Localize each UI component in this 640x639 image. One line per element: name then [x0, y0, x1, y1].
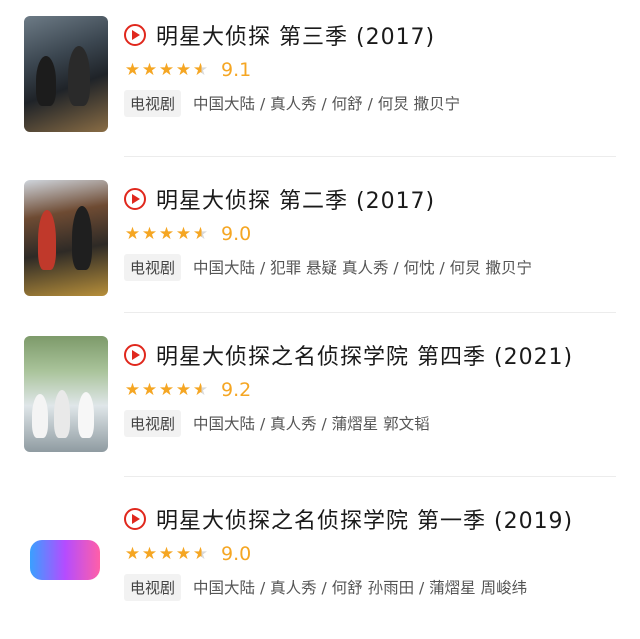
poster-figure: [32, 394, 48, 438]
divider: [124, 312, 616, 313]
score: 9.1: [221, 59, 252, 81]
results-list: 明星大侦探 第三季 (2017) ★ ★ ★ ★ ★ 9.1 电视剧 中国大陆 …: [0, 0, 640, 639]
star-icon: ★: [158, 223, 175, 244]
meta-text: 中国大陆 / 真人秀 / 何舒 / 何炅 撒贝宁: [193, 95, 461, 113]
poster-image[interactable]: [24, 500, 108, 616]
rating-row: ★ ★ ★ ★ ★ 9.1: [124, 58, 251, 82]
poster-figure: [72, 206, 92, 270]
meta-text: 中国大陆 / 真人秀 / 何舒 孙雨田 / 蒲熠星 周峻纬: [193, 579, 528, 597]
divider: [124, 156, 616, 157]
star-icon: ★: [124, 223, 141, 244]
star-icon: ★: [141, 223, 158, 244]
type-badge: 电视剧: [124, 409, 182, 437]
meta-row: 电视剧 中国大陆 / 真人秀 / 蒲熠星 郭文韬: [124, 409, 430, 437]
type-badge: 电视剧: [124, 573, 182, 601]
star-rating: ★ ★ ★ ★ ★: [124, 543, 209, 564]
half-star-icon: ★: [192, 543, 209, 564]
poster-art: [24, 180, 108, 296]
star-icon: ★: [124, 59, 141, 80]
meta-row: 电视剧 中国大陆 / 真人秀 / 何舒 孙雨田 / 蒲熠星 周峻纬: [124, 573, 528, 601]
list-item[interactable]: 明星大侦探 第三季 (2017) ★ ★ ★ ★ ★ 9.1 电视剧 中国大陆 …: [0, 0, 640, 160]
poster-figure: [68, 46, 90, 106]
score: 9.0: [221, 543, 252, 565]
star-icon: ★: [124, 543, 141, 564]
score: 9.0: [221, 223, 252, 245]
list-item[interactable]: 明星大侦探之名侦探学院 第一季 (2019) ★ ★ ★ ★ ★ 9.0 电视剧…: [0, 484, 640, 639]
list-item[interactable]: 明星大侦探之名侦探学院 第四季 (2021) ★ ★ ★ ★ ★ 9.2 电视剧…: [0, 320, 640, 480]
title-row[interactable]: 明星大侦探 第二季 (2017): [124, 182, 435, 216]
poster-figure: [78, 392, 94, 438]
poster-figure: [36, 56, 56, 106]
item-title[interactable]: 明星大侦探 第二季 (2017): [156, 183, 435, 215]
poster-image[interactable]: [24, 336, 108, 452]
item-title[interactable]: 明星大侦探 第三季 (2017): [156, 19, 435, 51]
star-icon: ★: [124, 379, 141, 400]
play-icon: [124, 508, 146, 530]
rating-row: ★ ★ ★ ★ ★ 9.0: [124, 542, 251, 566]
star-icon: ★: [158, 543, 175, 564]
poster-image[interactable]: [24, 180, 108, 296]
rating-row: ★ ★ ★ ★ ★ 9.2: [124, 378, 251, 402]
meta-row: 电视剧 中国大陆 / 犯罪 悬疑 真人秀 / 何忱 / 何炅 撒贝宁: [124, 253, 533, 281]
poster-image[interactable]: [24, 16, 108, 132]
poster-figure: [38, 210, 56, 270]
divider: [124, 476, 616, 477]
title-row[interactable]: 明星大侦探 第三季 (2017): [124, 18, 435, 52]
title-row[interactable]: 明星大侦探之名侦探学院 第四季 (2021): [124, 338, 573, 372]
score: 9.2: [221, 379, 252, 401]
poster-logo: [30, 540, 100, 580]
star-icon: ★: [158, 379, 175, 400]
play-icon: [124, 188, 146, 210]
item-title[interactable]: 明星大侦探之名侦探学院 第四季 (2021): [156, 339, 573, 371]
star-icon: ★: [175, 379, 192, 400]
star-rating: ★ ★ ★ ★ ★: [124, 59, 209, 80]
type-badge: 电视剧: [124, 89, 182, 117]
star-icon: ★: [141, 59, 158, 80]
half-star-icon: ★: [192, 379, 209, 400]
half-star-icon: ★: [192, 59, 209, 80]
star-icon: ★: [175, 223, 192, 244]
meta-text: 中国大陆 / 犯罪 悬疑 真人秀 / 何忱 / 何炅 撒贝宁: [193, 259, 533, 277]
rating-row: ★ ★ ★ ★ ★ 9.0: [124, 222, 251, 246]
play-icon: [124, 344, 146, 366]
star-icon: ★: [141, 379, 158, 400]
star-rating: ★ ★ ★ ★ ★: [124, 379, 209, 400]
play-icon: [124, 24, 146, 46]
star-rating: ★ ★ ★ ★ ★: [124, 223, 209, 244]
item-title[interactable]: 明星大侦探之名侦探学院 第一季 (2019): [156, 503, 573, 535]
list-item[interactable]: 明星大侦探 第二季 (2017) ★ ★ ★ ★ ★ 9.0 电视剧 中国大陆 …: [0, 164, 640, 324]
star-icon: ★: [158, 59, 175, 80]
title-row[interactable]: 明星大侦探之名侦探学院 第一季 (2019): [124, 502, 573, 536]
meta-text: 中国大陆 / 真人秀 / 蒲熠星 郭文韬: [193, 415, 430, 433]
star-icon: ★: [141, 543, 158, 564]
type-badge: 电视剧: [124, 253, 182, 281]
star-icon: ★: [175, 543, 192, 564]
poster-figure: [54, 390, 70, 438]
star-icon: ★: [175, 59, 192, 80]
half-star-icon: ★: [192, 223, 209, 244]
meta-row: 电视剧 中国大陆 / 真人秀 / 何舒 / 何炅 撒贝宁: [124, 89, 461, 117]
